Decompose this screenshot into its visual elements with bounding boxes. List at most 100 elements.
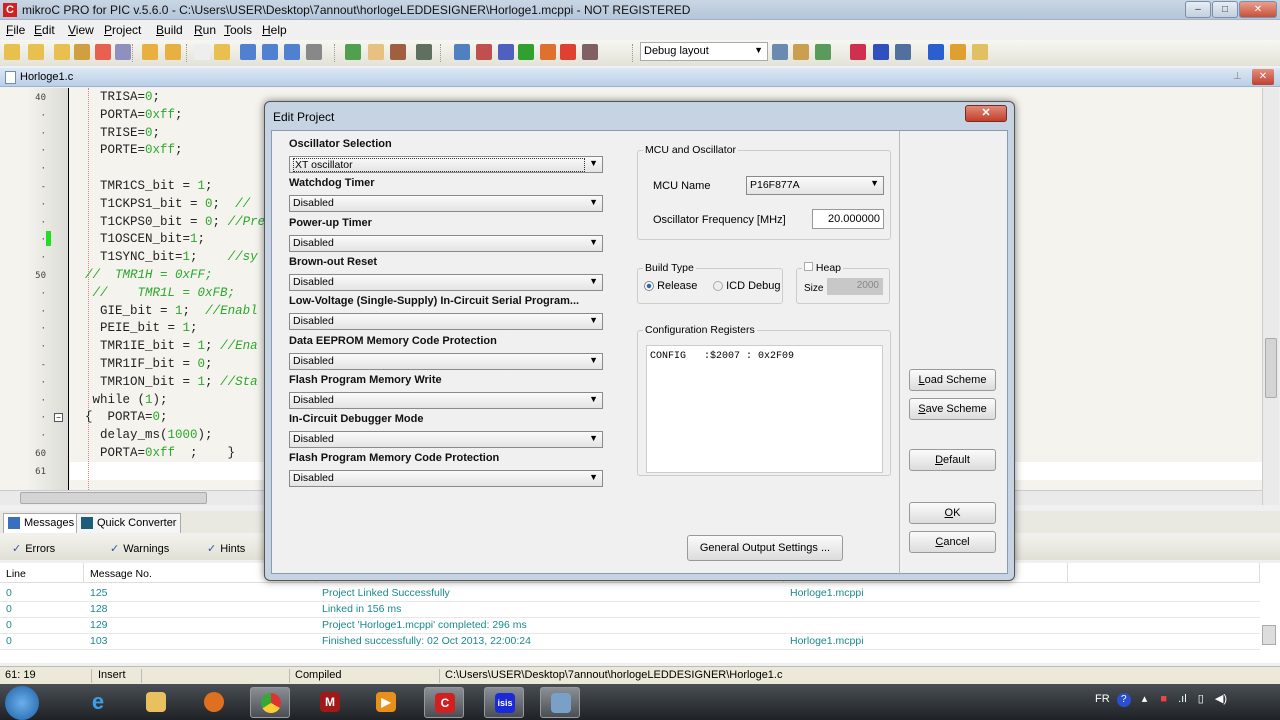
- tab-quick-converter[interactable]: Quick Converter: [76, 513, 182, 533]
- pin-icon[interactable]: ⊥: [1233, 71, 1242, 82]
- taskbar-paint[interactable]: [540, 687, 580, 718]
- setting-select[interactable]: Disabled ▼: [289, 234, 603, 252]
- setting-select[interactable]: Disabled ▼: [289, 391, 603, 409]
- default-button[interactable]: Default: [909, 449, 996, 471]
- close-button[interactable]: ✕: [1239, 1, 1277, 18]
- tab-messages[interactable]: Messages: [3, 513, 80, 533]
- start-button[interactable]: [5, 686, 39, 720]
- toolbar-extra-1-icon[interactable]: [772, 44, 788, 60]
- menu-file[interactable]: File: [6, 23, 25, 37]
- editor-vertical-scrollbar[interactable]: [1262, 88, 1279, 505]
- volume-icon[interactable]: ◀): [1215, 693, 1227, 705]
- toolbar-button-22-icon[interactable]: [518, 44, 534, 60]
- toolbar-button-17-icon[interactable]: [390, 44, 406, 60]
- vertical-scroll-thumb[interactable]: [1265, 338, 1277, 398]
- toolbar-button-19-icon[interactable]: [454, 44, 470, 60]
- action-center-icon[interactable]: ■: [1160, 693, 1167, 705]
- show-hidden-icons[interactable]: ▴: [1142, 693, 1148, 705]
- toolbar-button-1-icon[interactable]: [4, 44, 20, 60]
- power-icon[interactable]: ▯: [1198, 693, 1204, 705]
- toolbar-extra-9-icon[interactable]: [972, 44, 988, 60]
- toolbar-button-24-icon[interactable]: [560, 44, 576, 60]
- toolbar-button-4-icon[interactable]: [74, 44, 90, 60]
- taskbar-chrome[interactable]: [250, 687, 290, 718]
- general-output-settings-button[interactable]: General Output Settings ...: [687, 535, 843, 561]
- release-radio[interactable]: Release: [644, 280, 697, 292]
- taskbar-mcafee[interactable]: M: [310, 687, 350, 718]
- maximize-button[interactable]: □: [1212, 1, 1238, 18]
- toolbar-button-18-icon[interactable]: [416, 44, 432, 60]
- errors-checkbox[interactable]: ✓ Errors: [12, 542, 55, 555]
- taskbar-ie[interactable]: e: [78, 687, 118, 718]
- column-header-extra[interactable]: [1068, 563, 1260, 583]
- mcu-name-select[interactable]: P16F877A ▼: [746, 176, 884, 195]
- toolbar-button-10-icon[interactable]: [214, 44, 230, 60]
- toolbar-button-3-icon[interactable]: [54, 44, 70, 60]
- setting-select[interactable]: Disabled ▼: [289, 470, 603, 488]
- setting-select[interactable]: Disabled ▼: [289, 273, 603, 291]
- warnings-checkbox[interactable]: ✓ Warnings: [110, 542, 169, 555]
- toolbar-button-25-icon[interactable]: [582, 44, 598, 60]
- toolbar-button-6-icon[interactable]: [115, 44, 131, 60]
- horizontal-scroll-thumb[interactable]: [20, 492, 207, 504]
- message-file[interactable]: Horloge1.mcppi: [784, 635, 864, 647]
- toolbar-button-15-icon[interactable]: [345, 44, 361, 60]
- minimize-button[interactable]: –: [1185, 1, 1211, 18]
- close-tab-icon[interactable]: ✕: [1252, 69, 1274, 85]
- layout-select[interactable]: Debug layout ▼: [640, 42, 768, 61]
- toolbar-button-20-icon[interactable]: [476, 44, 492, 60]
- toolbar-button-13-icon[interactable]: [284, 44, 300, 60]
- toolbar-extra-6-icon[interactable]: [895, 44, 911, 60]
- menu-project[interactable]: Project: [104, 23, 141, 37]
- network-icon[interactable]: .ıl: [1178, 693, 1187, 705]
- taskbar-explorer[interactable]: [136, 687, 176, 718]
- heap-checkbox[interactable]: Heap: [802, 262, 844, 274]
- menu-build[interactable]: Build: [156, 23, 183, 37]
- help-icon[interactable]: ?: [1116, 693, 1131, 707]
- toolbar-extra-7-icon[interactable]: [928, 44, 944, 60]
- menu-edit[interactable]: Edit: [34, 23, 55, 37]
- toolbar-extra-8-icon[interactable]: [950, 44, 966, 60]
- toolbar-extra-4-icon[interactable]: [850, 44, 866, 60]
- setting-select[interactable]: Disabled ▼: [289, 195, 603, 213]
- load-scheme-button[interactable]: Load Scheme: [909, 369, 996, 391]
- toolbar-button-8-icon[interactable]: [165, 44, 181, 60]
- icd-debug-radio[interactable]: ICD Debug: [713, 280, 780, 292]
- toolbar-extra-3-icon[interactable]: [815, 44, 831, 60]
- toolbar-button-21-icon[interactable]: [498, 44, 514, 60]
- toolbar-extra-2-icon[interactable]: [793, 44, 809, 60]
- cancel-button[interactable]: Cancel: [909, 531, 996, 553]
- message-file[interactable]: Horloge1.mcppi: [784, 587, 864, 599]
- hints-checkbox[interactable]: ✓ Hints: [207, 542, 245, 555]
- config-registers-textarea[interactable]: CONFIG :$2007 : 0x2F09: [646, 345, 883, 473]
- taskbar-isis[interactable]: isis: [484, 687, 524, 718]
- toolbar-button-16-icon[interactable]: [368, 44, 384, 60]
- save-scheme-button[interactable]: Save Scheme: [909, 398, 996, 420]
- toolbar-button-12-icon[interactable]: [262, 44, 278, 60]
- setting-select[interactable]: Disabled ▼: [289, 431, 603, 449]
- language-indicator[interactable]: FR: [1095, 693, 1110, 705]
- messages-scroll-thumb[interactable]: [1262, 625, 1276, 645]
- toolbar-extra-5-icon[interactable]: [873, 44, 889, 60]
- toolbar-button-14-icon[interactable]: [306, 44, 322, 60]
- column-header-line[interactable]: Line: [0, 563, 84, 583]
- setting-select[interactable]: Disabled ▼: [289, 352, 603, 370]
- taskbar-media-player[interactable]: ▶: [366, 687, 406, 718]
- tab-horloge1-c[interactable]: Horloge1.c: [20, 71, 73, 83]
- oscillator-frequency-input[interactable]: 20.000000: [812, 209, 884, 229]
- fold-collapse-icon[interactable]: −: [54, 413, 63, 422]
- menu-view[interactable]: View: [68, 23, 94, 37]
- menu-tools[interactable]: Tools: [224, 23, 252, 37]
- setting-select[interactable]: XT oscillator ▼: [289, 156, 603, 173]
- toolbar-button-9-icon[interactable]: [194, 44, 210, 60]
- toolbar-button-5-icon[interactable]: [95, 44, 111, 60]
- toolbar-button-11-icon[interactable]: [240, 44, 256, 60]
- setting-select[interactable]: Disabled ▼: [289, 313, 603, 331]
- toolbar-button-2-icon[interactable]: [28, 44, 44, 60]
- toolbar-button-23-icon[interactable]: [540, 44, 556, 60]
- dialog-close-button[interactable]: ✕: [965, 105, 1007, 122]
- taskbar-mikroc[interactable]: C: [424, 687, 464, 718]
- menu-help[interactable]: Help: [262, 23, 287, 37]
- menu-run[interactable]: Run: [194, 23, 216, 37]
- ok-button[interactable]: OK: [909, 502, 996, 524]
